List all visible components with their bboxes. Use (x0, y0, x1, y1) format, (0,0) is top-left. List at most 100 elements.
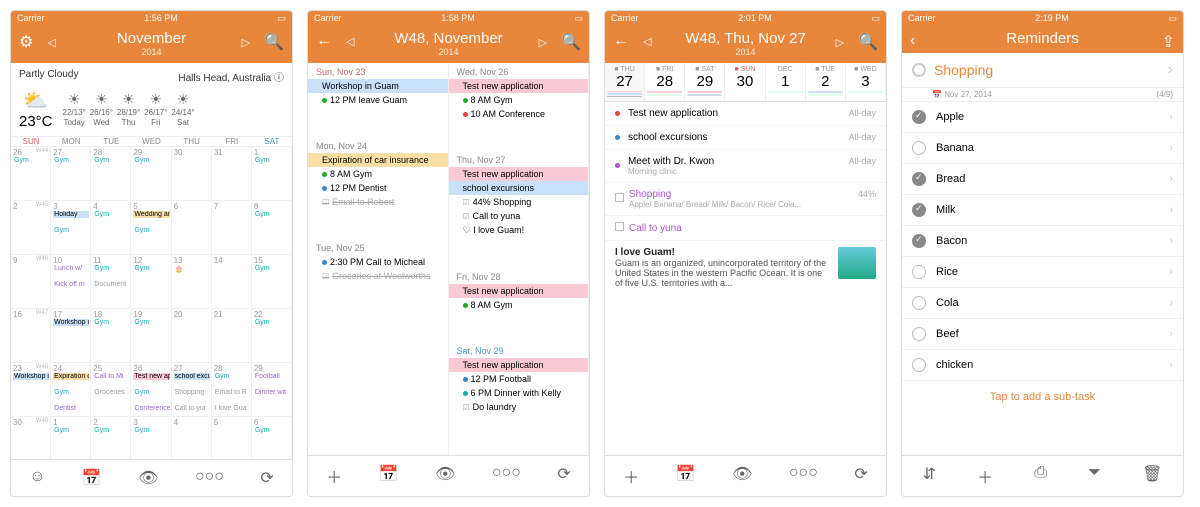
event-item[interactable]: ☑Call to yuna (449, 209, 589, 223)
month-cell[interactable]: 28GymEmail to RI love Gua (212, 363, 252, 417)
event[interactable]: Gym (133, 157, 169, 164)
month-cell[interactable]: 7 (212, 201, 252, 255)
event[interactable]: Gym (254, 319, 290, 326)
event[interactable]: Dentist (53, 405, 89, 412)
event-item[interactable]: 6 PM Dinner with Kelly (449, 386, 589, 400)
toolbar-btn[interactable]: 📅 (676, 464, 696, 488)
month-cell[interactable]: 20 (172, 309, 212, 363)
toolbar-btn[interactable]: ＋ (977, 464, 993, 488)
event[interactable]: Gym (93, 265, 129, 272)
event[interactable]: Gym (93, 157, 129, 164)
event[interactable]: Call to yur (174, 405, 210, 412)
month-cell[interactable]: 6 (172, 201, 212, 255)
month-cell[interactable]: 14 (212, 255, 252, 309)
toolbar-btn[interactable]: ☺ (29, 468, 45, 488)
month-cell[interactable]: 27school excuShoppingCall to yur (172, 363, 212, 417)
next[interactable]: ▷ (535, 36, 551, 49)
event-row[interactable]: Meet with Dr. KwonMorning clinicAll-day (605, 150, 886, 183)
checkbox[interactable] (912, 172, 926, 186)
month-cell[interactable]: 1Gym (252, 147, 292, 201)
event-item[interactable]: ☑Groceries at Woolworths (308, 269, 448, 283)
week-day[interactable]: ■ WED3 (846, 63, 886, 101)
event[interactable]: Gym (133, 389, 169, 396)
checkbox[interactable] (912, 296, 926, 310)
reminder-item[interactable]: Bread› (902, 164, 1183, 195)
toolbar-btn[interactable]: ⟳ (260, 468, 273, 488)
toolbar-btn[interactable]: ○○○ (492, 464, 521, 488)
month-cell[interactable]: 23W48Workshop in (11, 363, 51, 417)
month-cell[interactable]: 17Workshop in Guam (51, 309, 91, 363)
event[interactable]: Gym (133, 427, 169, 434)
list-header[interactable]: Shopping › (902, 53, 1183, 88)
event-item[interactable]: ♡ I love Guam! (449, 223, 589, 238)
event[interactable]: Conference (133, 405, 169, 412)
event[interactable]: Workshop in (13, 373, 49, 380)
checkbox[interactable] (912, 234, 926, 248)
month-cell[interactable]: 29FootballDinner wit (252, 363, 292, 417)
toolbar-btn[interactable]: 👁 (138, 468, 158, 488)
list-checkbox[interactable] (912, 63, 926, 77)
month-cell[interactable]: 5Wedding aniGym (131, 201, 171, 255)
event[interactable]: Gym (93, 319, 129, 326)
month-cell[interactable]: 10Lunch w/Kick off m (51, 255, 91, 309)
event-item[interactable]: Test new application (449, 167, 589, 181)
event[interactable]: Shopping (174, 389, 210, 396)
month-cell[interactable]: 19Gym (131, 309, 171, 363)
event[interactable]: Gym (53, 389, 89, 396)
month-cell[interactable]: 26Test new applGymConference (131, 363, 171, 417)
event[interactable]: Football (254, 373, 290, 380)
event[interactable]: Wedding ani (133, 211, 169, 218)
month-cell[interactable]: 4Gym (91, 201, 131, 255)
month-cell[interactable]: 3Gym (131, 417, 171, 459)
event-item[interactable]: Expiration of car insurance (308, 153, 448, 167)
month-cell[interactable]: 8Gym (252, 201, 292, 255)
toolbar-btn[interactable]: ○○○ (789, 464, 818, 488)
event-item[interactable]: 8 AM Gym (308, 167, 448, 181)
event[interactable]: Gym (254, 427, 290, 434)
toolbar-btn[interactable]: ⏷ (1088, 464, 1101, 488)
toolbar-btn[interactable]: ○○○ (195, 468, 224, 488)
event-item[interactable]: school excursions (449, 181, 589, 195)
prev[interactable]: ◁ (342, 35, 358, 48)
month-cell[interactable]: 3HolidayGym (51, 201, 91, 255)
event[interactable]: Holiday (53, 211, 89, 218)
toolbar-btn[interactable]: ＋ (326, 464, 342, 488)
event[interactable]: Lunch w/ (53, 265, 89, 272)
event[interactable]: Gym (254, 157, 290, 164)
info-icon[interactable]: ⓘ (274, 73, 284, 84)
event[interactable]: Document (93, 281, 129, 288)
month-cell[interactable]: 2W45 (11, 201, 51, 255)
event-item[interactable]: Workshop in Guam (308, 79, 448, 93)
event[interactable]: Gym (93, 211, 129, 218)
event-item[interactable]: 8 AM Gym (449, 93, 589, 107)
reminder-item[interactable]: Apple› (902, 102, 1183, 133)
month-cell[interactable]: 28Gym (91, 147, 131, 201)
week-day[interactable]: ■ THU27 (605, 63, 645, 101)
checkbox[interactable] (912, 358, 926, 372)
event-item[interactable]: ☑Email to Robert (308, 195, 448, 209)
month-cell[interactable]: 30W49 (11, 417, 51, 459)
event[interactable]: Gym (53, 427, 89, 434)
toolbar-btn[interactable]: 👁 (732, 464, 752, 488)
search-icon[interactable]: 🔍 (264, 32, 284, 52)
event-item[interactable]: 12 PM Dentist (308, 181, 448, 195)
month-cell[interactable]: 26W44Gym (11, 147, 51, 201)
event[interactable]: Gym (254, 211, 290, 218)
search-icon[interactable]: 🔍 (858, 32, 878, 52)
month-cell[interactable]: 31 (212, 147, 252, 201)
event-row[interactable]: Test new applicationAll-day (605, 102, 886, 126)
event[interactable]: Dinner wit (254, 389, 290, 396)
month-cell[interactable]: 21 (212, 309, 252, 363)
month-cell[interactable]: 30 (172, 147, 212, 201)
month-cell[interactable]: 5 (212, 417, 252, 459)
reminder-item[interactable]: Bacon› (902, 226, 1183, 257)
toolbar-btn[interactable]: ⎙ (1034, 464, 1047, 488)
search-icon[interactable]: 🔍 (561, 32, 581, 52)
month-cell[interactable]: 18Gym (91, 309, 131, 363)
month-cell[interactable]: 11GymDocument (91, 255, 131, 309)
reminder-item[interactable]: Milk› (902, 195, 1183, 226)
toolbar-btn[interactable]: ⟳ (557, 464, 570, 488)
event[interactable]: 🎂 (174, 265, 210, 273)
event-item[interactable]: 2:30 PM Call to Micheal (308, 255, 448, 269)
share-icon[interactable]: ⇪ (1162, 32, 1175, 52)
